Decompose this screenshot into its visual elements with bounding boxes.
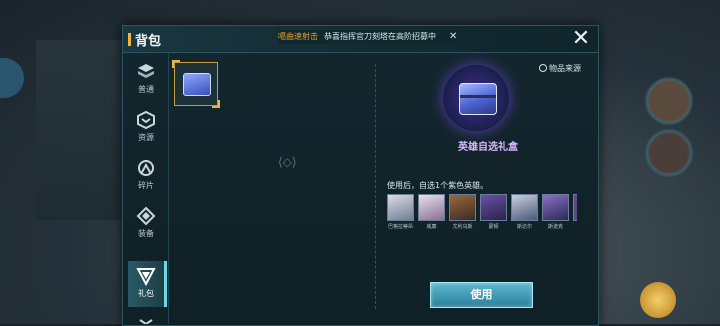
item-name: 英雄自选礼盒: [458, 142, 518, 153]
category-sidebar: 普通 资源 碎片 装备 礼包: [124, 53, 167, 324]
drag-hint-icon: ⟨◇⟩: [278, 155, 297, 169]
item-source-label: 物品来源: [549, 64, 581, 73]
hero-choice[interactable]: 斯达尔: [511, 194, 538, 230]
gift-chest-icon: [183, 73, 211, 96]
item-detail-panel: 物品来源 英雄自选礼盒 使用后，自选1个紫色英雄。 巴格拉蒂昂 威廉 尤利乌斯 …: [379, 53, 597, 323]
background-avatar: [646, 78, 692, 124]
sidebar-divider: [168, 53, 169, 324]
more-category-icon: [139, 319, 153, 324]
tab-resource[interactable]: 资源: [128, 105, 164, 151]
hero-choice[interactable]: 蒙顿: [480, 194, 507, 230]
tab-gift[interactable]: 礼包: [128, 261, 167, 307]
hero-choice-partial: [573, 194, 577, 221]
hero-portrait: [387, 194, 414, 221]
background-edge-icon: [0, 58, 24, 98]
item-source-link[interactable]: 物品来源: [539, 63, 581, 74]
ticker-message: 恭喜指挥官刀刻塔在高阶招募中: [324, 32, 436, 41]
cube-stack-icon: [138, 64, 154, 78]
ticker-close-icon[interactable]: ✕: [449, 31, 457, 42]
equipment-icon: [136, 206, 156, 226]
item-description: 使用后，自选1个紫色英雄。: [387, 181, 489, 190]
use-button[interactable]: 使用: [430, 282, 533, 308]
tab-more[interactable]: [128, 311, 164, 324]
hero-portrait: [480, 194, 507, 221]
hero-portrait: [418, 194, 445, 221]
modal-header: 背包 噶曲速射击 恭喜指挥官刀刻塔在高阶招募中 ✕ ✕: [123, 26, 598, 53]
hero-choice[interactable]: 巴格拉蒂昂: [387, 194, 414, 230]
close-icon: ✕: [571, 26, 591, 51]
background-coin-icon: [640, 282, 676, 318]
gift-chest-icon: [459, 83, 497, 115]
gift-icon: [136, 268, 156, 286]
hero-name: 斯达尔: [516, 224, 532, 230]
ticker-highlight: 噶曲速射击: [278, 32, 318, 41]
close-button[interactable]: ✕: [570, 28, 592, 50]
tab-label: 碎片: [138, 181, 154, 190]
notice-ticker: 噶曲速射击 恭喜指挥官刀刻塔在高阶招募中: [278, 30, 458, 44]
background-panel: [36, 40, 126, 220]
modal-title: 背包: [135, 34, 162, 49]
background-avatar: [646, 130, 692, 176]
tab-equipment[interactable]: 装备: [128, 201, 164, 247]
hero-portrait: [573, 194, 577, 221]
title-accent: [128, 33, 131, 46]
item-grid: ⟨◇⟩: [171, 60, 376, 312]
hero-portrait: [542, 194, 569, 221]
item-slot-selected[interactable]: [172, 60, 220, 108]
hero-name: 蒙顿: [488, 224, 499, 230]
hero-name: 斯诺克: [547, 224, 563, 230]
panel-divider: [375, 64, 376, 309]
search-icon: [539, 64, 547, 72]
hero-portrait: [511, 194, 538, 221]
hero-portrait: [449, 194, 476, 221]
tab-normal[interactable]: 普通: [128, 57, 164, 103]
hero-choice[interactable]: 尤利乌斯: [449, 194, 476, 230]
tab-fragment[interactable]: 碎片: [128, 153, 164, 199]
backpack-modal: 背包 噶曲速射击 恭喜指挥官刀刻塔在高阶招募中 ✕ ✕ 普通 资源 碎片 装备 …: [122, 25, 599, 326]
hero-choices: 巴格拉蒂昂 威廉 尤利乌斯 蒙顿 斯达尔 斯诺克: [387, 194, 595, 234]
fragment-icon: [138, 160, 154, 176]
tab-label: 普通: [138, 85, 154, 94]
hero-name: 巴格拉蒂昂: [387, 224, 413, 230]
tab-label: 装备: [138, 229, 154, 238]
hero-choice[interactable]: 斯诺克: [542, 194, 569, 230]
tab-label: 资源: [138, 133, 154, 142]
hero-name: 尤利乌斯: [452, 224, 473, 230]
hero-choice[interactable]: 威廉: [418, 194, 445, 230]
hero-name: 威廉: [426, 224, 437, 230]
resource-icon: [137, 110, 155, 130]
tab-label: 礼包: [138, 289, 154, 298]
